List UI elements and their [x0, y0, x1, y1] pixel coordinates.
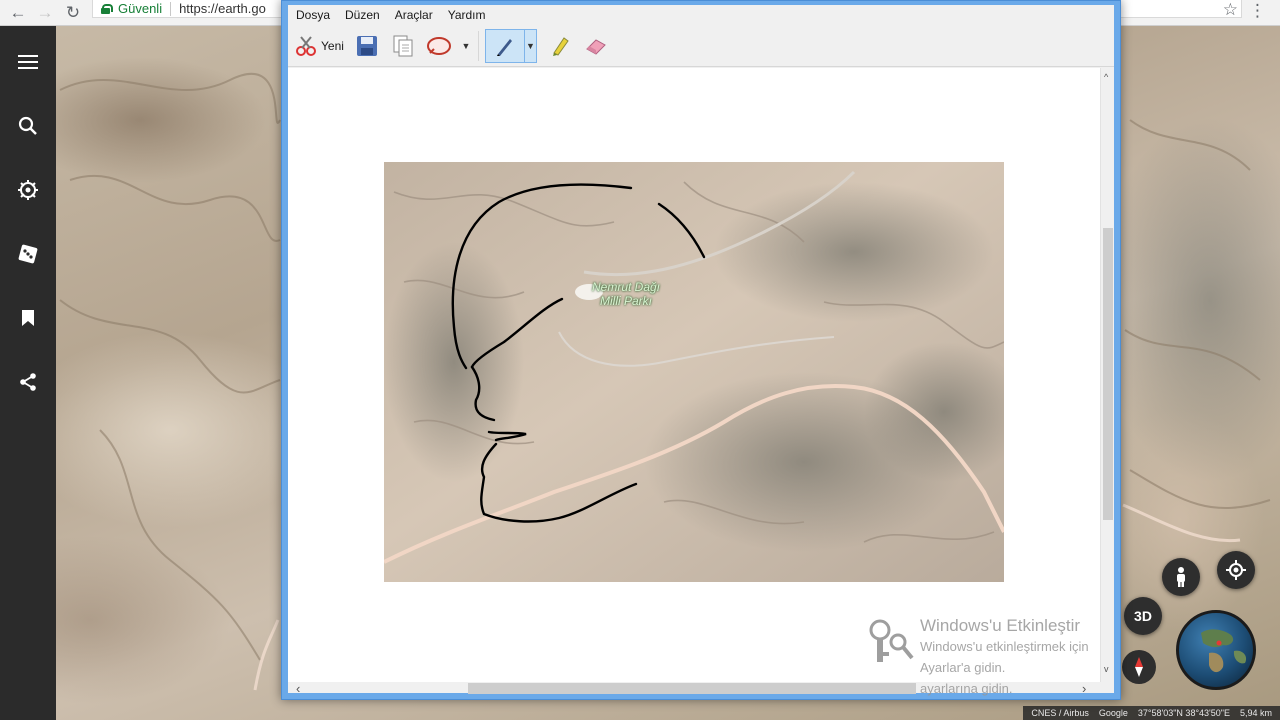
activation-text-line2: ayarlarına gidin.	[920, 681, 1013, 696]
dice-icon[interactable]	[8, 234, 48, 274]
url-text[interactable]: https://earth.go	[179, 1, 266, 16]
copy-icon[interactable]	[388, 29, 418, 63]
snip-canvas[interactable]: Nemrut Dağı Milli Parkı	[288, 68, 1100, 682]
activation-text: Windows'u etkinleştirmek için Ayarlar'a …	[920, 639, 1089, 675]
bookmark-star-icon[interactable]: ☆	[1223, 0, 1238, 20]
bookmark-icon[interactable]	[8, 298, 48, 338]
voyager-icon[interactable]	[8, 170, 48, 210]
menu-help[interactable]: Yardım	[448, 8, 486, 22]
pen-tool-button[interactable]	[485, 28, 525, 63]
scroll-up-arrow[interactable]: ^	[1104, 72, 1108, 82]
send-dropdown-arrow[interactable]: ▼	[460, 29, 472, 63]
menu-edit[interactable]: Düzen	[345, 8, 380, 22]
new-snip-label: Yeni	[321, 38, 344, 53]
search-icon[interactable]	[8, 106, 48, 146]
earth-status-bar: CNES / Airbus Google 37°58'03"N 38°43'50…	[1023, 706, 1280, 720]
place-label-line2: Milli Parkı	[599, 294, 652, 308]
scroll-left-arrow[interactable]: ‹	[296, 681, 300, 696]
vertical-scrollbar[interactable]: ^ v	[1100, 68, 1114, 682]
coordinates-readout: 37°58'03"N 38°43'50"E	[1137, 708, 1230, 718]
pen-icon	[497, 38, 512, 56]
activation-watermark: Windows'u Etkinleştir Windows'u etkinleş…	[866, 616, 1126, 699]
street-view-pegman-icon[interactable]	[1162, 558, 1200, 596]
snipping-tool-window: Dosya Düzen Araçlar Yardım Yeni ▼ ▼ Nemr…	[281, 0, 1121, 700]
toggle-3d-button[interactable]: 3D	[1124, 597, 1162, 635]
menu-icon[interactable]	[8, 42, 48, 82]
earth-sidebar	[0, 26, 56, 720]
back-button[interactable]: ←	[5, 0, 31, 26]
send-snip-icon[interactable]	[424, 29, 454, 63]
place-label: Nemrut Dağı Milli Parkı	[566, 280, 686, 308]
share-icon[interactable]	[8, 362, 48, 402]
globe-minimap[interactable]	[1176, 610, 1256, 690]
vertical-scroll-thumb[interactable]	[1103, 228, 1113, 520]
imagery-attribution: CNES / Airbus	[1031, 708, 1089, 718]
snip-image[interactable]: Nemrut Dağı Milli Parkı	[384, 162, 1004, 582]
reload-button[interactable]: ↻	[60, 0, 86, 26]
save-icon[interactable]	[352, 29, 382, 63]
tool-bar: Yeni ▼ ▼	[288, 25, 1114, 67]
my-location-icon[interactable]	[1217, 551, 1255, 589]
menu-bar: Dosya Düzen Araçlar Yardım	[288, 5, 1114, 25]
activation-title: Windows'u Etkinleştir	[920, 616, 1081, 635]
lock-icon	[101, 3, 113, 14]
secure-label: Güvenli	[118, 1, 163, 16]
snipping-tool-client: Dosya Düzen Araçlar Yardım Yeni ▼ ▼ Nemr…	[288, 5, 1114, 696]
compass-icon[interactable]	[1122, 650, 1156, 684]
menu-file[interactable]: Dosya	[296, 8, 330, 22]
forward-button[interactable]: →	[32, 0, 58, 26]
address-separator	[170, 1, 172, 16]
new-snip-button[interactable]: Yeni	[292, 29, 346, 63]
highlighter-icon[interactable]	[545, 29, 575, 63]
menu-tools[interactable]: Araçlar	[395, 8, 433, 22]
provider-label: Google	[1098, 708, 1128, 718]
keys-icon	[869, 619, 914, 662]
pen-dropdown-arrow[interactable]: ▼	[525, 28, 537, 63]
place-label-line1: Nemrut Dağı	[591, 280, 661, 294]
horizontal-scroll-thumb[interactable]	[468, 683, 916, 694]
scissors-icon	[296, 35, 317, 56]
eraser-icon[interactable]	[581, 29, 611, 63]
scale-readout: 5,94 km	[1239, 708, 1272, 718]
browser-menu-icon[interactable]: ⋮	[1249, 1, 1266, 21]
